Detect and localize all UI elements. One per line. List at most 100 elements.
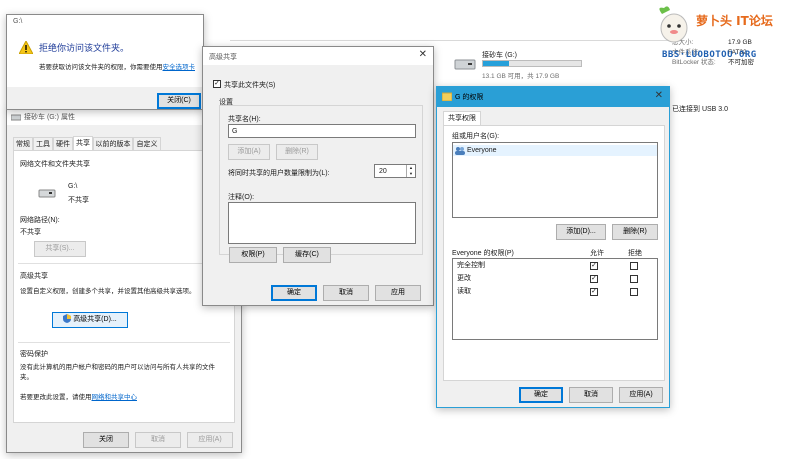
share-state: 不共享 (68, 197, 89, 204)
props-close-button[interactable]: 关闭 (83, 432, 129, 448)
security-tab-link[interactable]: 安全选项卡 (163, 64, 196, 71)
allow-header: 允许 (590, 250, 604, 257)
perm-tab-panel: 组或用户名(G): Everyone 添加(D)... 删除(R) Everyo… (443, 125, 665, 381)
props-apply-button[interactable]: 应用(A) (187, 432, 233, 448)
users-list[interactable]: Everyone (452, 142, 658, 218)
user-name: Everyone (467, 147, 497, 154)
props-cancel-button[interactable]: 取消 (135, 432, 181, 448)
props-title: 接砂车 (G:) 属性 (24, 114, 75, 121)
adv-share-title: 高级共享 (20, 273, 48, 280)
drive-path: G:\ (68, 183, 78, 190)
remove-share-button[interactable]: 删除(R) (276, 144, 318, 160)
drive-tile[interactable]: 接砂车 (G:) 13.1 GB 可用，共 17.9 GB (452, 48, 592, 82)
permission-name: 完全控制 (457, 262, 485, 269)
tab-0[interactable]: 常规 (13, 137, 33, 150)
adv-cancel-button[interactable]: 取消 (323, 285, 369, 301)
usb-drive-icon (454, 56, 476, 72)
divider (18, 342, 230, 343)
net-path-value: 不共享 (20, 229, 41, 236)
share-folder-checkbox[interactable]: ✓ (213, 80, 221, 88)
tab-1[interactable]: 工具 (33, 137, 53, 150)
tab-2[interactable]: 硬件 (53, 137, 73, 150)
remove-user-button[interactable]: 删除(R) (612, 224, 658, 240)
close-icon[interactable]: ✕ (419, 49, 427, 60)
advanced-sharing-dialog: 高级共享 ✕ ✓ 共享此文件夹(S) 设置 共享名(H): G 添加(A) 删除… (202, 46, 434, 306)
access-heading: 拒绝你访问该文件夹。 (39, 43, 130, 53)
tab-4[interactable]: 以前的版本 (93, 137, 133, 150)
pwd-change-line: 若要更改此设置，请使用网络和共享中心 (20, 391, 137, 401)
radish-mascot-icon (659, 6, 688, 43)
forum-logo: 萝卜头 IT论坛 BBS·LUOBOTOU·ORG (652, 2, 798, 64)
connected-text: 已连接到 USB 3.0 (672, 106, 729, 113)
drive-space-text: 13.1 GB 可用，共 17.9 GB (482, 73, 560, 80)
deny-header: 拒绝 (628, 250, 642, 257)
spinner-down-icon[interactable]: ▼ (406, 171, 415, 177)
adv-apply-button[interactable]: 应用 (375, 285, 421, 301)
table-row: 读取 ✓ (453, 286, 657, 298)
tab-5[interactable]: 自定义 (133, 137, 161, 150)
explorer-top-strip (230, 40, 670, 41)
drive-usage-bar (482, 60, 582, 67)
allow-checkbox[interactable]: ✓ (590, 275, 598, 283)
folder-icon (442, 92, 452, 101)
deny-checkbox[interactable] (630, 288, 638, 296)
user-limit-label: 将同时共享的用户数量限制为(L): (228, 170, 330, 177)
table-row: 完全控制 ✓ (453, 260, 657, 272)
drive-name: 接砂车 (G:) (482, 52, 517, 59)
pwd-title: 密码保护 (20, 351, 48, 358)
allow-checkbox[interactable]: ✓ (590, 262, 598, 270)
table-row: 更改 ✓ (453, 273, 657, 285)
user-limit-value: 20 (379, 168, 387, 175)
list-item[interactable]: Everyone (453, 145, 657, 156)
group-label: 组或用户名(G): (452, 133, 500, 140)
perm-ok-button[interactable]: 确定 (519, 387, 563, 403)
access-body-text: 若要获取访问该文件夹的权限，你需要使用 (39, 64, 163, 71)
net-path-label: 网络路径(N): (20, 217, 60, 224)
logo-text: 萝卜头 IT论坛 (696, 14, 773, 28)
uac-shield-icon (63, 314, 72, 323)
add-share-button[interactable]: 添加(A) (228, 144, 270, 160)
access-body: 若要获取访问该文件夹的权限，你需要使用安全选项卡 (39, 61, 195, 71)
deny-checkbox[interactable] (630, 262, 638, 270)
share-button[interactable]: 共享(S)... (34, 241, 86, 257)
access-close-button[interactable]: 关闭(C) (157, 93, 201, 109)
permission-name: 读取 (457, 288, 471, 295)
tab-3[interactable]: 共享 (73, 136, 93, 151)
deny-checkbox[interactable] (630, 275, 638, 283)
permissions-table: 完全控制 ✓ 更改 ✓ 读取 ✓ (452, 258, 658, 340)
perm-header: Everyone 的权限(P) (452, 250, 514, 257)
user-limit-stepper[interactable]: 20 ▲ ▼ (374, 164, 416, 178)
perm-cancel-button[interactable]: 取消 (569, 387, 613, 403)
caching-button[interactable]: 缓存(C) (283, 247, 331, 263)
warning-icon (19, 41, 33, 54)
settings-group: 共享名(H): G 添加(A) 删除(R) 将同时共享的用户数量限制为(L): … (219, 105, 423, 255)
net-share-title: 网络文件和文件夹共享 (20, 161, 90, 168)
network-center-link[interactable]: 网络和共享中心 (92, 394, 138, 401)
tab-share-permissions[interactable]: 共享权限 (443, 111, 481, 126)
net-share-group: 网络文件和文件夹共享 G:\ 不共享 网络路径(N): 不共享 共享(S)... (18, 157, 230, 257)
access-dialog-title: G:\ (13, 18, 23, 25)
advanced-share-label: 高级共享(D)... (73, 316, 117, 323)
access-denied-dialog: G:\ 拒绝你访问该文件夹。 若要获取访问该文件夹的权限，你需要使用安全选项卡 … (6, 14, 204, 110)
adv-share-desc: 设置自定义权限，创建多个共享，并设置其他高级共享选项。 (20, 288, 196, 295)
adv-titlebar: 高级共享 ✕ (203, 47, 433, 65)
allow-checkbox[interactable]: ✓ (590, 288, 598, 296)
add-user-button[interactable]: 添加(D)... (556, 224, 606, 240)
permissions-dialog: G 的权限 ✕ 共享权限 组或用户名(G): Everyone 添加(D)...… (436, 86, 670, 408)
drive-small-icon (11, 114, 21, 121)
pwd-desc: 没有此计算机的用户帐户和密码的用户可以访问与所有人共享的文件夹。 (20, 364, 215, 381)
share-name-field[interactable]: G (228, 124, 416, 138)
drive-icon (38, 189, 56, 198)
close-icon[interactable]: ✕ (655, 90, 663, 101)
permission-name: 更改 (457, 275, 471, 282)
drive-usage-fill (483, 61, 510, 66)
advanced-share-button[interactable]: 高级共享(D)... (52, 312, 128, 328)
perm-title: G 的权限 (455, 94, 484, 101)
adv-ok-button[interactable]: 确定 (271, 285, 317, 301)
divider (18, 263, 230, 264)
perm-apply-button[interactable]: 应用(A) (619, 387, 663, 403)
share-folder-label: 共享此文件夹(S) (224, 82, 276, 89)
permissions-button[interactable]: 权限(P) (229, 247, 277, 263)
logo-url: BBS·LUOBOTOU·ORG (662, 50, 757, 60)
comment-field[interactable] (228, 202, 416, 244)
